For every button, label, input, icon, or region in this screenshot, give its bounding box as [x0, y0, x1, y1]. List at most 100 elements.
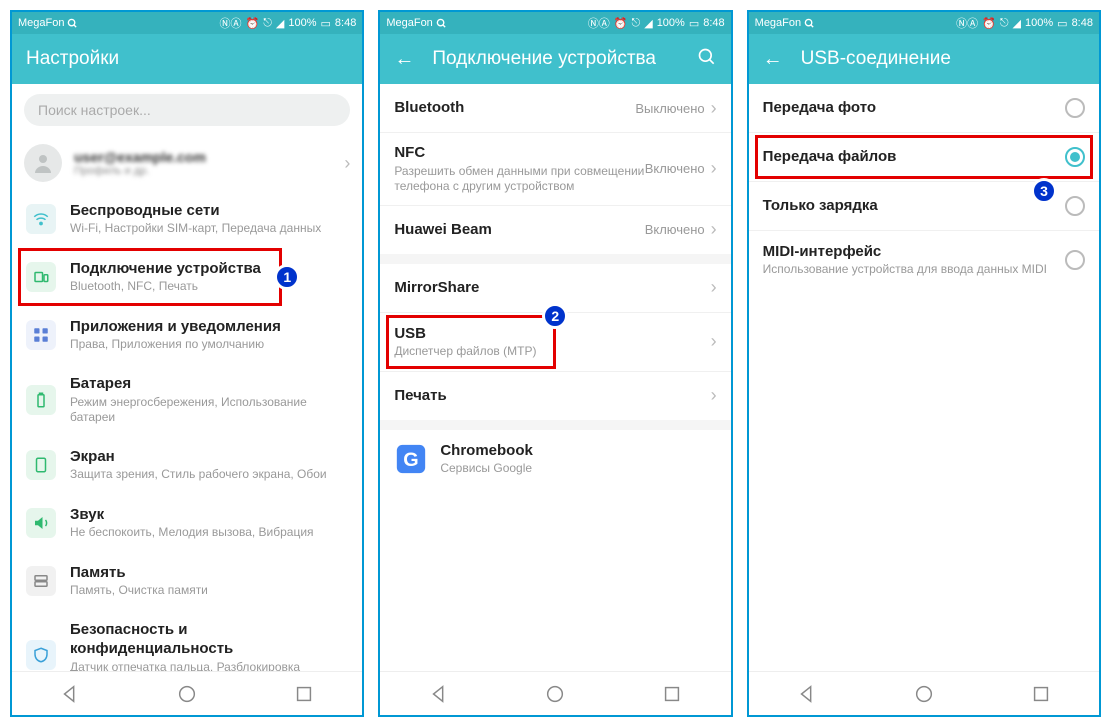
clock-time: 8:48 [703, 17, 724, 29]
clock-time: 8:48 [1072, 17, 1093, 29]
nav-home-icon[interactable] [913, 683, 935, 705]
search-input[interactable]: Поиск настроек... [24, 94, 350, 126]
item-title: Huawei Beam [394, 220, 644, 240]
chevron-right-icon: › [711, 277, 717, 298]
row-print[interactable]: Печать › [380, 372, 730, 420]
search-icon [436, 18, 447, 29]
row-usb[interactable]: USBДиспетчер файлов (MTP) › 2 [380, 313, 730, 371]
nav-recent-icon[interactable] [293, 683, 315, 705]
wifi-icon: ⎋ [263, 17, 272, 30]
carrier-label: MegaFon [18, 17, 64, 29]
nav-back-icon[interactable] [59, 683, 81, 705]
page-title: Подключение устройства [432, 48, 656, 70]
nav-bar [380, 671, 730, 715]
nav-bar [12, 671, 362, 715]
item-title: Звук [70, 505, 348, 525]
back-button[interactable]: ← [394, 48, 414, 71]
item-sub: Wi-Fi, Настройки SIM-карт, Передача данн… [70, 221, 348, 237]
nav-home-icon[interactable] [544, 683, 566, 705]
settings-item-security[interactable]: Безопасность и конфиденциальностьДатчик … [12, 610, 362, 671]
app-header: Настройки [12, 34, 362, 84]
alarm-icon: ⏰ [614, 17, 628, 30]
app-header: ← Подключение устройства [380, 34, 730, 84]
wifi-icon: ⎋ [1000, 17, 1009, 30]
item-sub: Память, Очистка памяти [70, 583, 348, 599]
row-photo-transfer[interactable]: Передача фото [749, 84, 1099, 132]
chevron-right-icon: › [711, 158, 717, 179]
nav-recent-icon[interactable] [661, 683, 683, 705]
row-huawei-beam[interactable]: Huawei Beam Включено › [380, 206, 730, 254]
apps-icon [26, 320, 56, 350]
item-status: Выключено [635, 101, 704, 116]
nav-home-icon[interactable] [176, 683, 198, 705]
item-sub: Сервисы Google [440, 461, 716, 477]
phone-screen-3: MegaFon ⓃⒶ ⏰ ⎋ ◢ 100% ▭ 8:48 ← USB-соеди… [747, 10, 1101, 717]
status-bar: MegaFon ⓃⒶ ⏰ ⎋ ◢ 100% ▭ 8:48 [749, 12, 1099, 34]
signal-icon: ◢ [276, 17, 284, 30]
settings-item-apps[interactable]: Приложения и уведомленияПрава, Приложени… [12, 306, 362, 364]
radio-button[interactable] [1065, 196, 1085, 216]
security-icon [26, 640, 56, 670]
nfc-icon: ⓃⒶ [219, 15, 241, 31]
chevron-right-icon: › [711, 219, 717, 240]
back-button[interactable]: ← [763, 48, 783, 71]
settings-item-wireless[interactable]: Беспроводные сетиWi-Fi, Настройки SIM-ка… [12, 190, 362, 248]
item-sub: Диспетчер файлов (MTP) [394, 344, 710, 360]
nav-recent-icon[interactable] [1030, 683, 1052, 705]
row-bluetooth[interactable]: Bluetooth Выключено › [380, 84, 730, 132]
row-chromebook[interactable]: G ChromebookСервисы Google [380, 430, 730, 488]
chevron-right-icon: › [711, 385, 717, 406]
item-title: Chromebook [440, 441, 716, 461]
radio-button[interactable] [1065, 98, 1085, 118]
settings-item-sound[interactable]: ЗвукНе беспокоить, Мелодия вызова, Вибра… [12, 494, 362, 552]
display-icon [26, 450, 56, 480]
item-title: Безопасность и конфиденциальность [70, 620, 348, 659]
nfc-icon: ⓃⒶ [588, 15, 610, 31]
chevron-right-icon: › [711, 98, 717, 119]
chevron-right-icon: › [711, 331, 717, 352]
item-title: Только зарядка [763, 196, 1065, 216]
item-status: Включено [645, 222, 705, 237]
nav-back-icon[interactable] [428, 683, 450, 705]
row-file-transfer[interactable]: Передача файлов [749, 133, 1099, 181]
item-title: Bluetooth [394, 98, 635, 118]
item-title: Передача файлов [763, 147, 1065, 167]
item-sub: Датчик отпечатка пальца, Разблокировка р… [70, 660, 348, 671]
profile-sub: Профиль и др. [74, 165, 344, 177]
app-header: ← USB-соединение [749, 34, 1099, 84]
item-sub: Разрешить обмен данными при совмещении т… [394, 164, 644, 195]
item-title: NFC [394, 143, 644, 163]
step-badge-1: 1 [274, 264, 300, 290]
nav-back-icon[interactable] [796, 683, 818, 705]
settings-body: Поиск настроек... user@example.com Профи… [12, 84, 362, 671]
item-sub: Использование устройства для ввода данны… [763, 262, 1065, 278]
step-badge-3: 3 [1031, 178, 1057, 204]
carrier-label: MegaFon [386, 17, 432, 29]
item-title: Беспроводные сети [70, 201, 348, 221]
settings-item-storage[interactable]: ПамятьПамять, Очистка памяти [12, 552, 362, 610]
alarm-icon: ⏰ [245, 17, 259, 30]
item-title: MIDI-интерфейс [763, 242, 1065, 262]
row-midi[interactable]: MIDI-интерфейсИспользование устройства д… [749, 231, 1099, 289]
settings-item-battery[interactable]: БатареяРежим энергосбережения, Использов… [12, 364, 362, 436]
radio-button[interactable] [1065, 147, 1085, 167]
row-nfc[interactable]: NFCРазрешить обмен данными при совмещени… [380, 133, 730, 205]
item-title: Подключение устройства [70, 259, 348, 279]
radio-button[interactable] [1065, 250, 1085, 270]
sound-icon [26, 508, 56, 538]
settings-item-device-connection[interactable]: Подключение устройстваBluetooth, NFC, Пе… [12, 248, 362, 306]
battery-percent: 100% [657, 17, 685, 29]
search-button[interactable] [697, 47, 717, 72]
carrier-label: MegaFon [755, 17, 801, 29]
profile-name: user@example.com [74, 149, 344, 165]
item-sub: Режим энергосбережения, Использование ба… [70, 395, 348, 426]
item-sub: Не беспокоить, Мелодия вызова, Вибрация [70, 525, 348, 541]
item-title: Передача фото [763, 98, 1065, 118]
avatar [24, 144, 62, 182]
search-icon [804, 18, 815, 29]
battery-percent: 100% [1025, 17, 1053, 29]
device-connection-body: Bluetooth Выключено › NFCРазрешить обмен… [380, 84, 730, 671]
settings-item-display[interactable]: ЭкранЗащита зрения, Стиль рабочего экран… [12, 436, 362, 494]
chromebook-icon: G [394, 442, 428, 476]
profile-row[interactable]: user@example.com Профиль и др. › [12, 136, 362, 190]
